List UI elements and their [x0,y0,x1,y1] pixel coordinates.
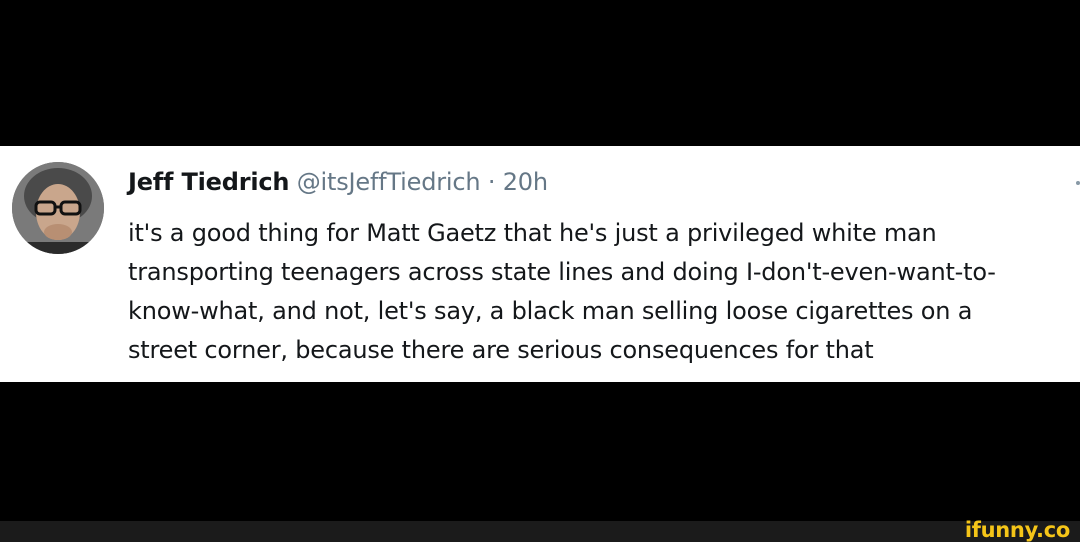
tweet-text-line: it's a good thing for Matt Gaetz that he… [128,219,937,247]
author-name[interactable]: Jeff Tiedrich [128,168,289,196]
avatar-portrait-icon [12,162,104,254]
tweet-text-line: know-what, and not, let's say, a black m… [128,297,973,325]
tweet-text-line: street corner, because there are serious… [128,336,874,364]
header-separator: · [487,168,496,196]
tweet-timestamp[interactable]: 20h [503,168,548,196]
tweet-text-line: transporting teenagers across state line… [128,258,996,286]
author-handle[interactable]: @itsJeffTiedrich [297,168,481,196]
avatar[interactable] [12,162,104,254]
tweet-card: Jeff Tiedrich @itsJeffTiedrich · 20h it'… [0,146,1080,382]
tweet-header: Jeff Tiedrich @itsJeffTiedrich · 20h [128,164,548,200]
ifunny-watermark: ifunny.co [964,518,1070,542]
tweet-text: it's a good thing for Matt Gaetz that he… [128,214,1078,370]
watermark-bar: ifunny.co [0,518,1080,542]
more-options-icon[interactable] [1076,181,1080,185]
